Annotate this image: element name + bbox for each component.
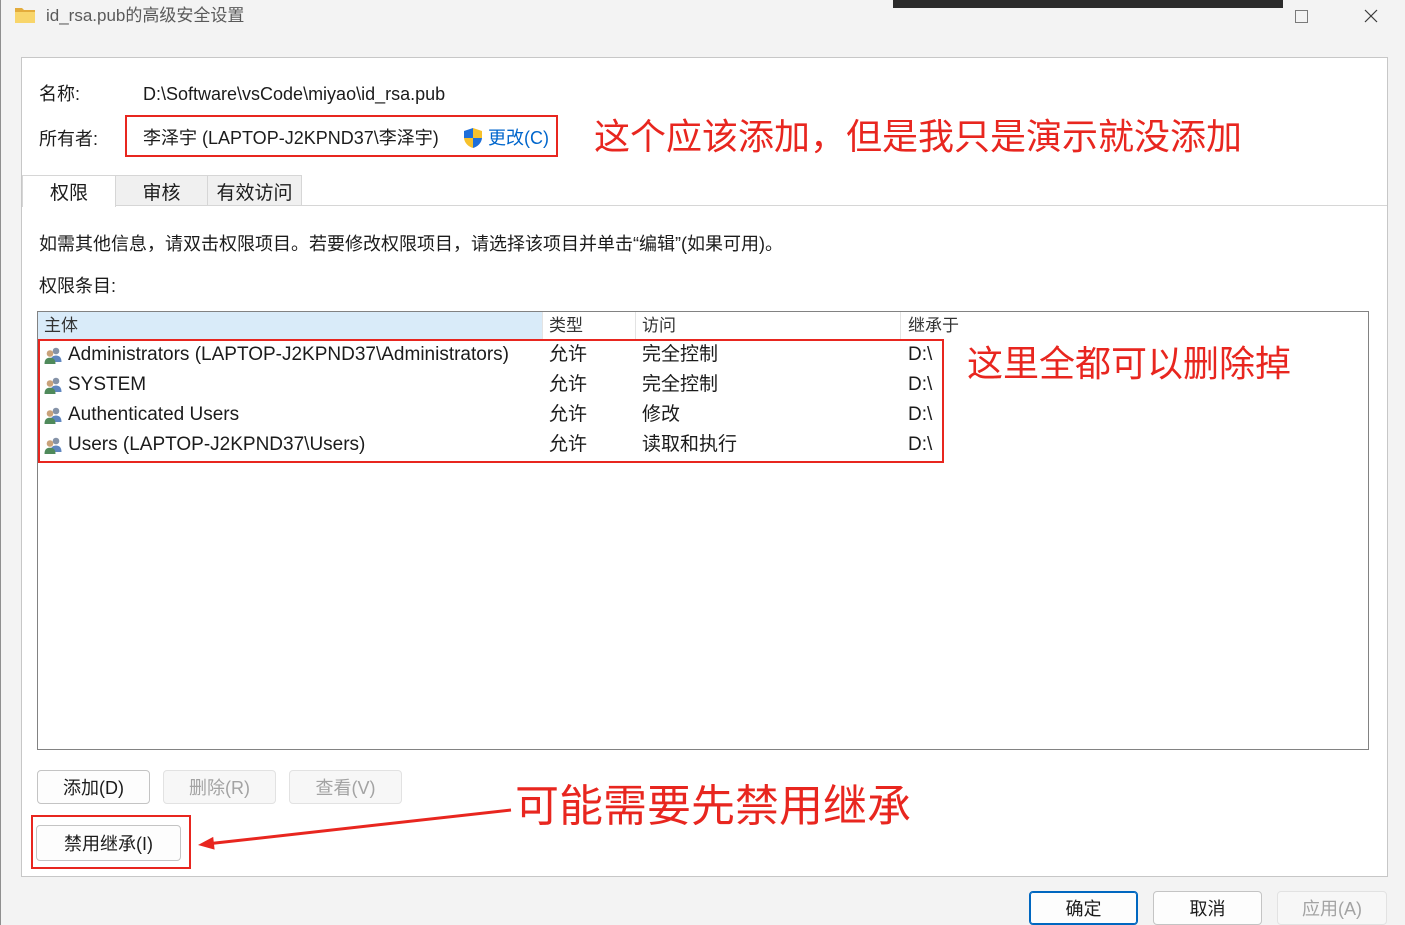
tab-label: 权限: [49, 183, 88, 204]
arrow-left-icon: [198, 808, 512, 850]
tab-permissions[interactable]: 权限: [22, 175, 116, 207]
